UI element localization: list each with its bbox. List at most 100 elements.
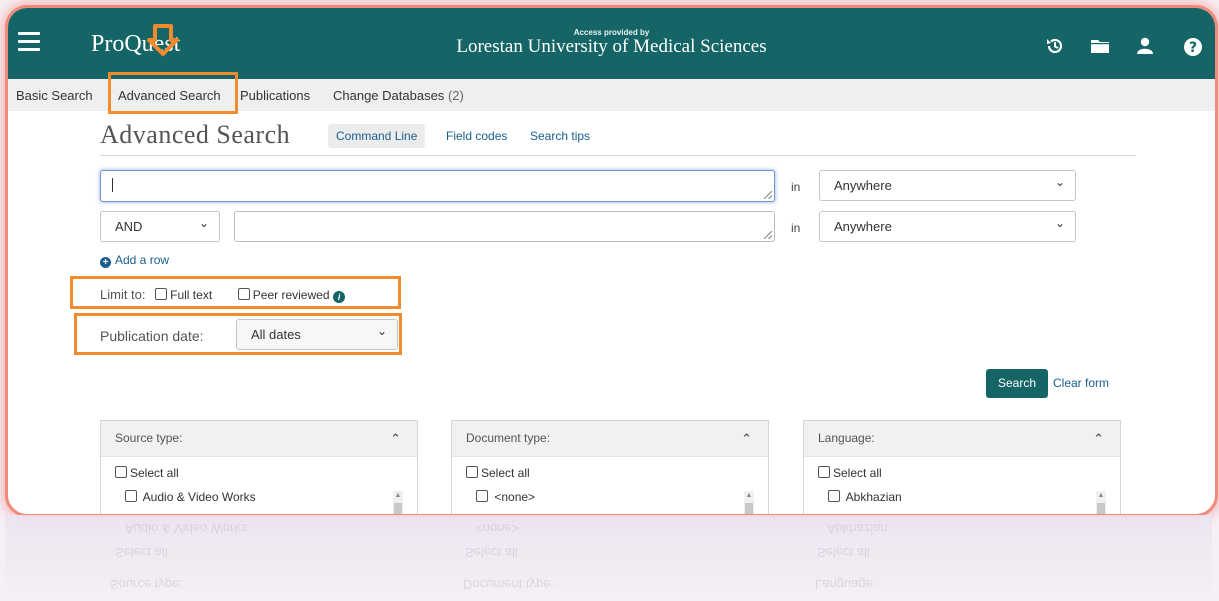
- source-type-panel: Source type: ⌃ Select all Audio & Video …: [100, 420, 418, 514]
- select-all-checkbox[interactable]: [115, 466, 127, 478]
- top-bar: ProQuest Access provided by Lorestan Uni…: [8, 8, 1215, 79]
- language-header[interactable]: Language: ⌃: [804, 421, 1120, 457]
- item-checkbox[interactable]: [125, 490, 137, 502]
- search-field-value-2: Anywhere: [834, 219, 892, 234]
- select-all-label: Select all: [833, 466, 882, 480]
- add-row-label: Add a row: [115, 253, 170, 267]
- field-codes-link[interactable]: Field codes: [446, 129, 507, 143]
- scroll-up-icon[interactable]: ▲: [393, 491, 403, 501]
- language-panel: Language: ⌃ Select all Abkhazian ▲: [803, 420, 1121, 514]
- svg-text:?: ?: [1189, 40, 1197, 56]
- search-term-input-2[interactable]: [234, 211, 775, 242]
- reflection-item: Language:: [815, 577, 877, 592]
- tab-publications[interactable]: Publications: [240, 88, 310, 103]
- full-text-label: Full text: [170, 288, 213, 302]
- screenshot-frame: ProQuest Access provided by Lorestan Uni…: [5, 5, 1218, 517]
- search-term-input-1[interactable]: [100, 170, 775, 202]
- document-type-header[interactable]: Document type: ⌃: [452, 421, 768, 457]
- reflection-item: Audio & Video Works: [125, 521, 248, 536]
- title-divider: [100, 155, 1136, 156]
- boolean-operator-select[interactable]: AND ⌄: [100, 211, 220, 242]
- publication-date-select[interactable]: All dates ⌄: [236, 319, 398, 350]
- reflection-item: <none>: [475, 521, 520, 536]
- clear-form-link[interactable]: Clear form: [1053, 376, 1109, 390]
- select-all-checkbox[interactable]: [818, 466, 830, 478]
- scrollbar[interactable]: ▲: [1096, 491, 1106, 514]
- info-icon[interactable]: i: [333, 291, 346, 303]
- search-field-value-1: Anywhere: [834, 178, 892, 193]
- in-label-1: in: [791, 180, 801, 194]
- scrollbar[interactable]: ▲: [744, 491, 754, 514]
- limit-to-row: Limit to: Full text Peer reviewed i: [100, 287, 346, 303]
- boolean-operator-value: AND: [115, 219, 143, 234]
- language-select-all[interactable]: Select all: [818, 466, 882, 480]
- search-tips-link[interactable]: Search tips: [530, 129, 590, 143]
- item-checkbox[interactable]: [476, 490, 488, 502]
- highlight-advanced-tab: [108, 72, 238, 114]
- search-button[interactable]: Search: [986, 369, 1048, 398]
- tab-basic-search[interactable]: Basic Search: [16, 88, 93, 103]
- full-text-checkbox[interactable]: [155, 288, 168, 300]
- peer-reviewed-label: Peer reviewed: [252, 288, 330, 302]
- scrollbar[interactable]: ▲: [393, 491, 403, 514]
- reflection-item: Select all: [817, 545, 870, 560]
- search-field-select-2[interactable]: Anywhere ⌄: [819, 211, 1076, 242]
- select-all-label: Select all: [481, 466, 530, 480]
- reflection-item: Select all: [465, 545, 518, 560]
- full-text-option[interactable]: Full text: [155, 287, 212, 302]
- chevron-up-icon[interactable]: ⌃: [741, 431, 752, 447]
- list-item[interactable]: <none>: [476, 490, 535, 504]
- command-line-button[interactable]: Command Line: [328, 124, 426, 148]
- chevron-down-icon: ⌄: [1054, 216, 1065, 230]
- tab-change-databases[interactable]: Change Databases (2): [333, 88, 464, 103]
- list-item[interactable]: Audio & Video Works: [125, 490, 256, 504]
- chevron-up-icon[interactable]: ⌃: [390, 431, 401, 447]
- list-item-label: <none>: [494, 490, 536, 504]
- list-item[interactable]: Abkhazian: [828, 490, 902, 504]
- add-row-link[interactable]: + Add a row: [100, 253, 169, 268]
- scroll-up-icon[interactable]: ▲: [744, 491, 754, 501]
- change-databases-label: Change Databases: [333, 88, 445, 103]
- chevron-down-icon: ⌄: [376, 324, 387, 338]
- institution-name: Lorestan University of Medical Sciences: [456, 36, 767, 57]
- access-banner: Access provided by Lorestan University o…: [8, 28, 1215, 58]
- peer-reviewed-option[interactable]: Peer reviewed i: [237, 287, 346, 303]
- chevron-down-icon: ⌄: [198, 216, 209, 230]
- resize-handle-icon[interactable]: [764, 231, 772, 239]
- list-item-label: Abkhazian: [845, 490, 902, 504]
- reflection-item: Select all: [115, 545, 168, 560]
- database-count: (2): [447, 88, 464, 103]
- select-all-label: Select all: [130, 466, 179, 480]
- list-item-label: Audio & Video Works: [142, 490, 256, 504]
- mirror-reflection: Audio & Video Works <none> Abkhazian Sel…: [5, 515, 1212, 601]
- user-icon[interactable]: [1135, 37, 1155, 55]
- history-icon[interactable]: [1046, 37, 1064, 55]
- publication-date-label: Publication date:: [100, 328, 204, 344]
- text-caret: [112, 178, 113, 192]
- language-title: Language:: [818, 431, 875, 445]
- item-checkbox[interactable]: [828, 490, 840, 502]
- scroll-up-icon[interactable]: ▲: [1096, 491, 1106, 501]
- publication-date-value: All dates: [251, 327, 301, 342]
- peer-reviewed-checkbox[interactable]: [237, 288, 250, 300]
- document-type-panel: Document type: ⌃ Select all <none> ▲: [451, 420, 769, 514]
- chevron-down-icon: ⌄: [1054, 175, 1065, 189]
- document-type-title: Document type:: [466, 431, 551, 445]
- resize-handle-icon[interactable]: [764, 191, 772, 199]
- source-type-select-all[interactable]: Select all: [115, 466, 179, 480]
- reflection-item: Source type:: [110, 577, 183, 592]
- source-type-title: Source type:: [115, 431, 183, 445]
- limit-to-label: Limit to:: [100, 287, 146, 302]
- help-icon[interactable]: ?: [1183, 37, 1203, 57]
- chevron-up-icon[interactable]: ⌃: [1093, 431, 1104, 447]
- in-label-2: in: [791, 221, 801, 235]
- reflection-item: Abkhazian: [827, 521, 888, 536]
- document-type-select-all[interactable]: Select all: [466, 466, 530, 480]
- reflection-item: Document type:: [463, 577, 555, 592]
- source-type-header[interactable]: Source type: ⌃: [101, 421, 417, 457]
- search-field-select-1[interactable]: Anywhere ⌄: [819, 170, 1076, 201]
- plus-circle-icon: +: [100, 257, 111, 268]
- page-title: Advanced Search: [100, 120, 291, 149]
- folder-icon[interactable]: [1090, 37, 1110, 55]
- select-all-checkbox[interactable]: [466, 466, 478, 478]
